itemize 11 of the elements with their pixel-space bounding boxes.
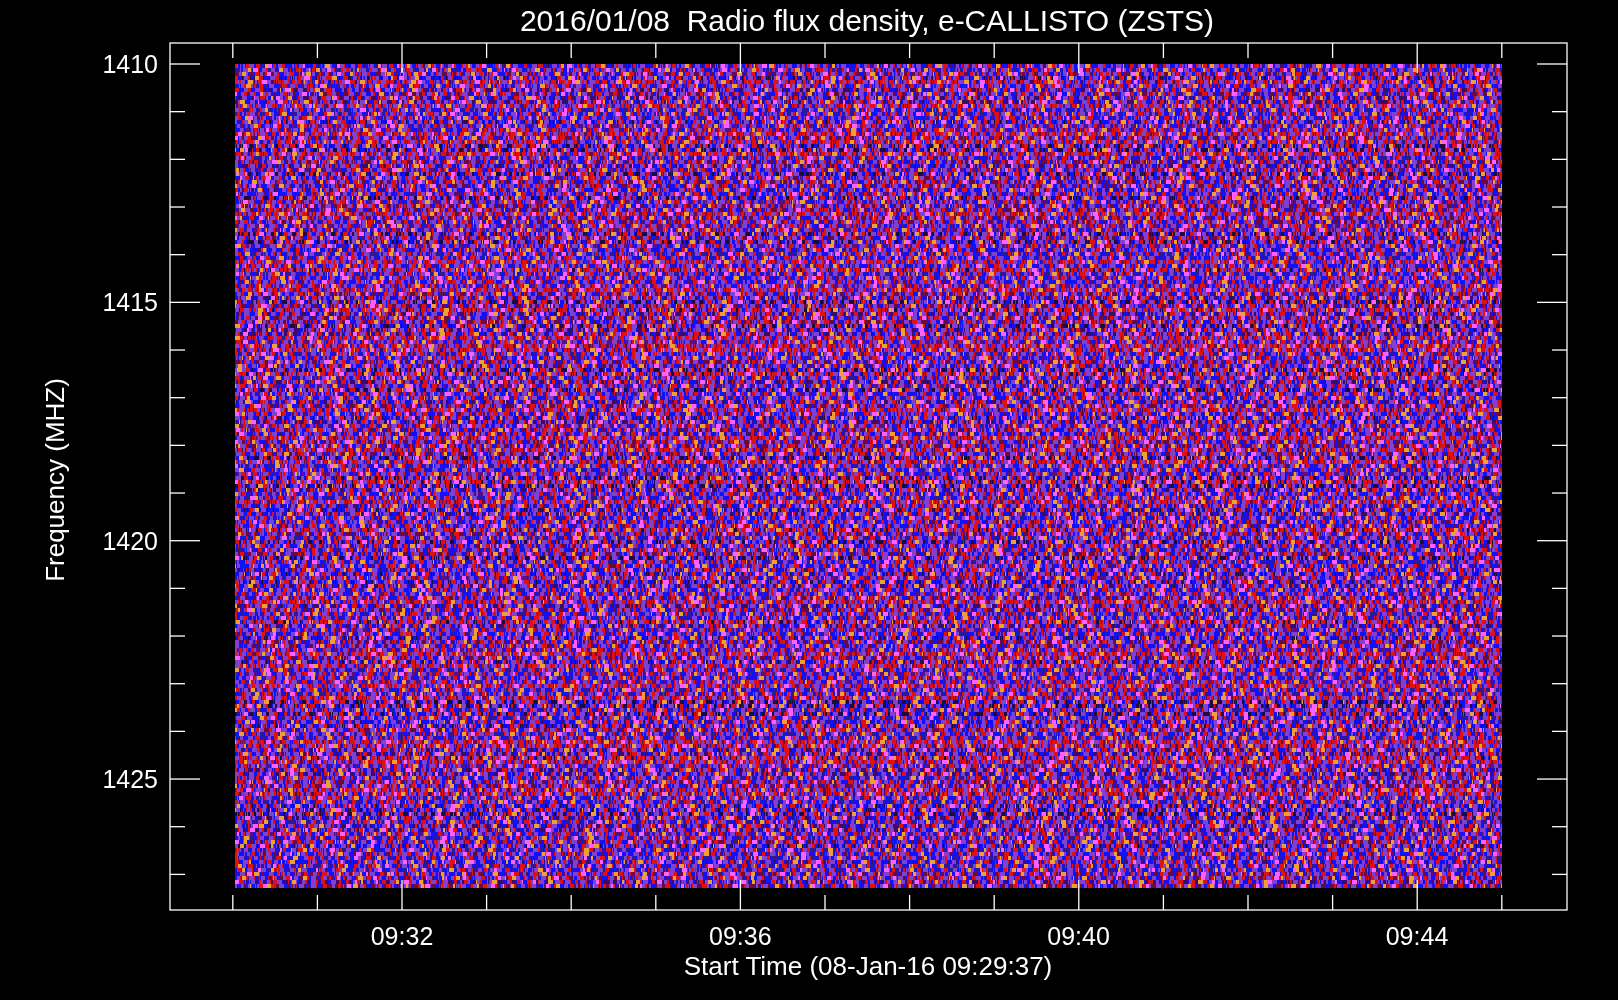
x-tick-label: 09:44 — [1385, 922, 1449, 950]
y-tick-label: 1410 — [102, 50, 158, 78]
y-tick-label: 1425 — [102, 765, 158, 794]
x-tick-label: 09:32 — [370, 922, 434, 950]
y-tick-label: 1420 — [102, 526, 158, 555]
chart-title: 2016/01/08 Radio flux density, e-CALLISTO (ZSTS) — [519, 4, 1215, 37]
y-tick-label: 1415 — [102, 288, 158, 317]
x-axis-title: Start Time (08-Jan-16 09:29:37) — [683, 951, 1053, 981]
y-axis-title: Frequency (MHZ) — [40, 378, 70, 582]
x-tick-label: 09:40 — [1047, 922, 1110, 950]
x-tick-label: 09:36 — [709, 922, 772, 950]
